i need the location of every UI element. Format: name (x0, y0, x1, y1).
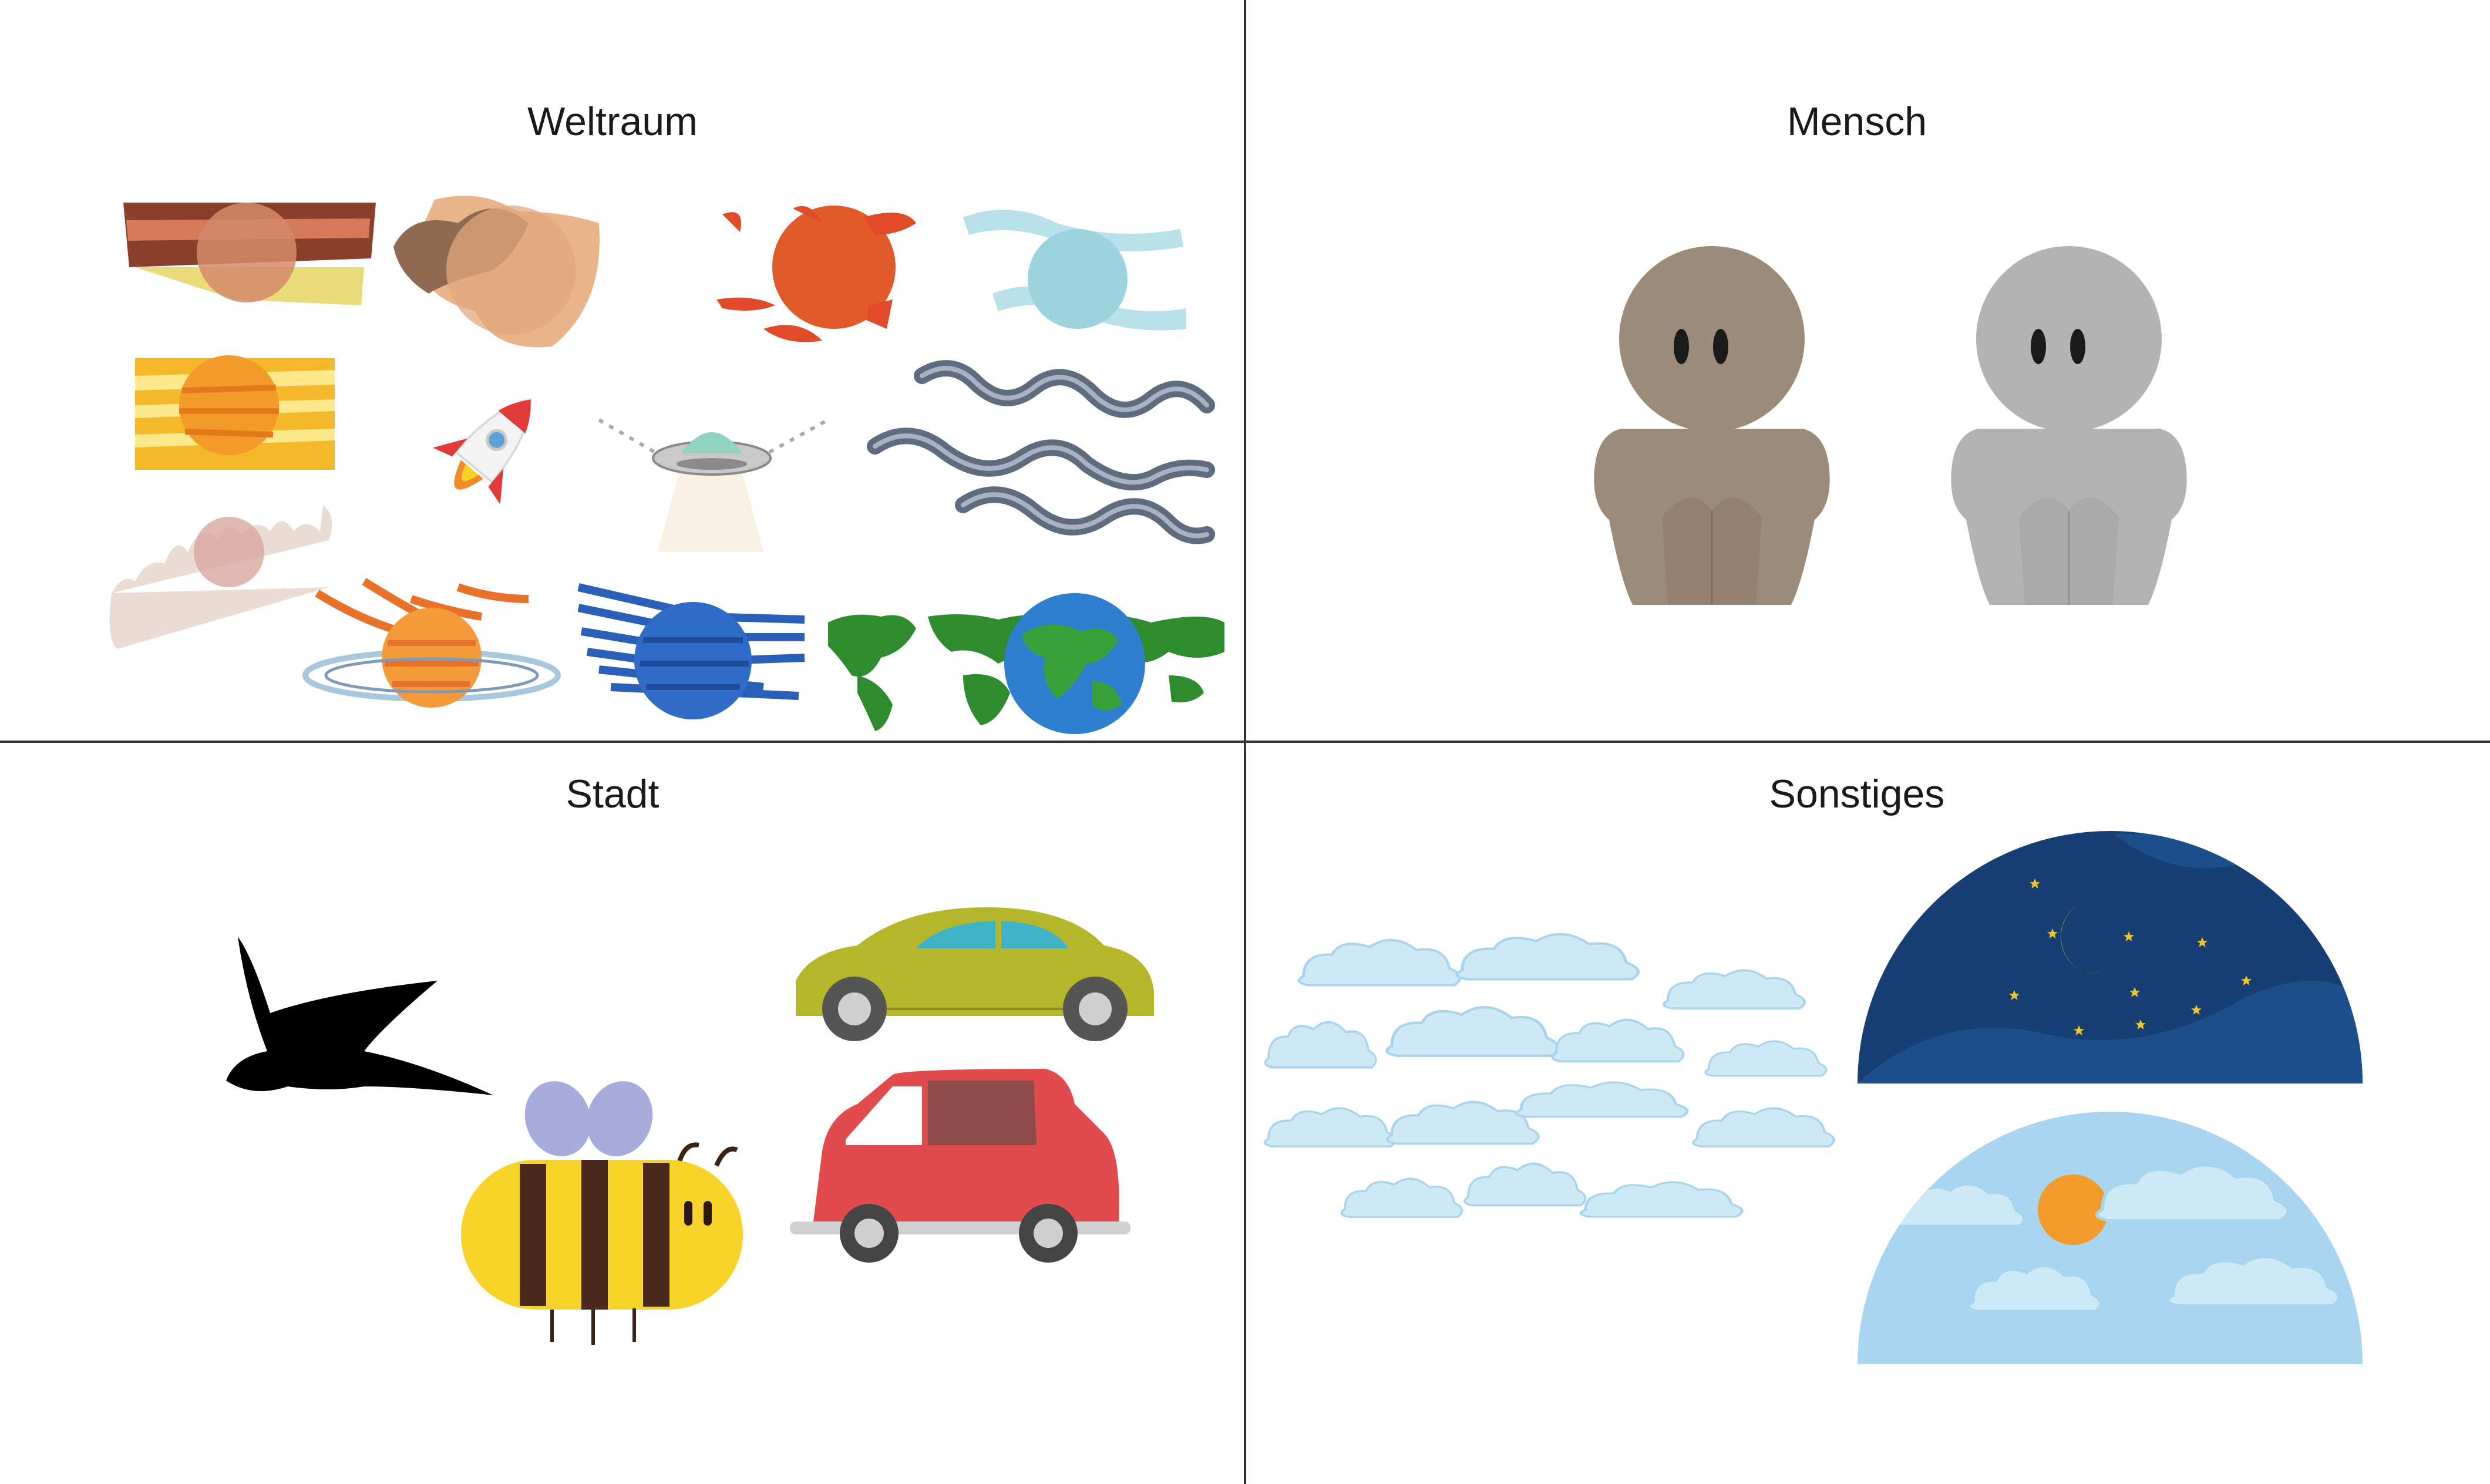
human-figure-icon (1951, 246, 2187, 605)
planet-icon (109, 505, 332, 649)
planet-icon (302, 578, 561, 708)
planet-icon (867, 360, 1215, 544)
sun-icon (2038, 1175, 2108, 1245)
planet-icon (963, 210, 1186, 331)
bee-icon (461, 1081, 743, 1345)
planet-icon (716, 206, 916, 342)
planet-icon (135, 355, 335, 470)
day-sky-dome (1858, 1112, 2363, 1364)
sonstiges-quadrant (1263, 831, 2363, 1364)
quadrant-title-sonstiges: Sonstiges (1769, 772, 1945, 816)
earth-icon (828, 593, 1224, 734)
rocket-icon (432, 398, 532, 504)
car-icon (790, 1069, 1130, 1263)
bird-icon (226, 937, 493, 1095)
quadrant-title-stadt: Stadt (566, 772, 659, 816)
cloud-icon (1263, 934, 1834, 1217)
night-sky-dome (1858, 831, 2363, 1083)
quadrant-title-mensch: Mensch (1786, 99, 1927, 144)
car-icon (796, 907, 1154, 1041)
stadt-quadrant (226, 907, 1154, 1345)
human-figure-icon (1594, 246, 1830, 605)
ufo-icon (598, 418, 829, 552)
planet-icon (577, 583, 805, 719)
quadrant-title-weltraum: Weltraum (527, 99, 698, 144)
weltraum-quadrant (109, 196, 1224, 734)
planet-icon (123, 203, 376, 305)
planet-icon (393, 196, 600, 348)
mensch-quadrant (1594, 246, 2187, 605)
collage-canvas (0, 0, 2490, 1484)
